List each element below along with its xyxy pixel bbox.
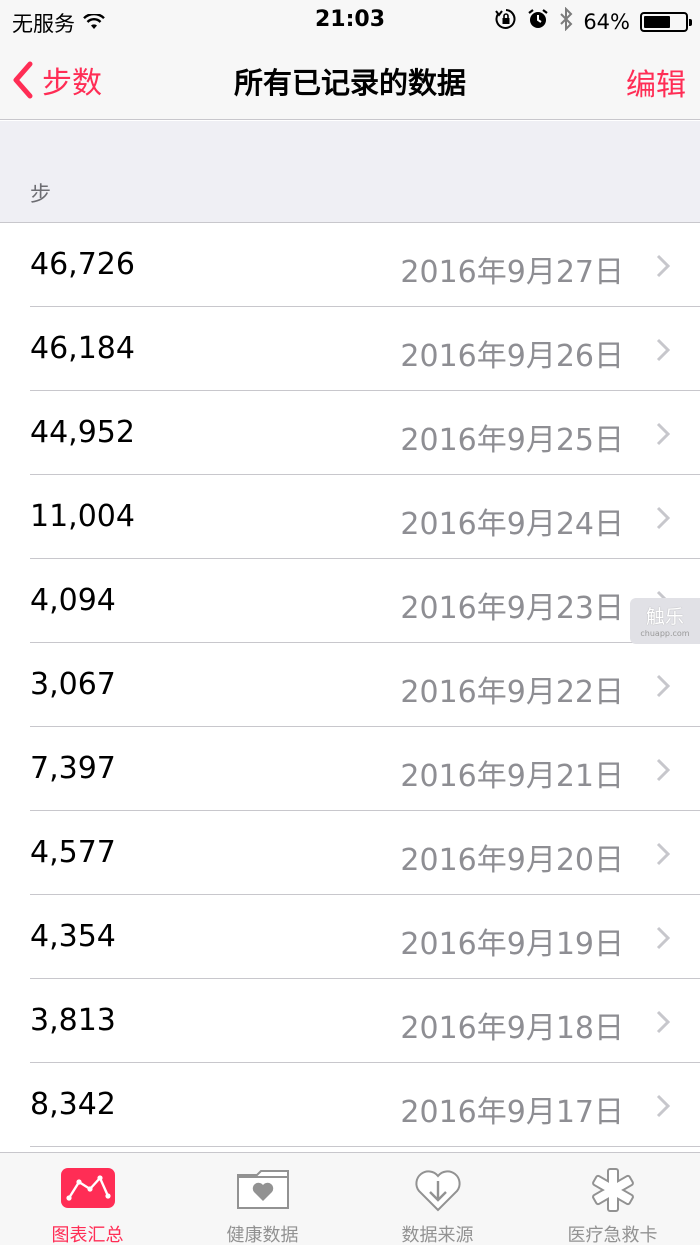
status-right: 64%: [495, 6, 692, 36]
step-count: 4,354: [30, 919, 116, 954]
list-item[interactable]: 4,354 2016年9月19日: [0, 895, 700, 979]
chevron-right-icon: [656, 1010, 670, 1034]
medical-id-icon: [589, 1167, 637, 1217]
navigation-bar: 步数 所有已记录的数据 编辑: [0, 40, 700, 120]
step-count: 4,094: [30, 583, 116, 618]
chevron-right-icon: [656, 338, 670, 362]
sources-icon: [413, 1167, 463, 1217]
tab-health-data[interactable]: 健康数据: [175, 1153, 350, 1245]
list-item[interactable]: 3,067 2016年9月22日: [0, 643, 700, 727]
record-date: 2016年9月22日: [400, 675, 624, 710]
page-title: 所有已记录的数据: [233, 66, 466, 100]
list-item[interactable]: 8,342 2016年9月17日: [0, 1063, 700, 1147]
step-count: 4,577: [30, 835, 116, 870]
list-item[interactable]: 11,004 2016年9月24日: [0, 475, 700, 559]
tab-label: 数据来源: [401, 1225, 474, 1245]
watermark-logo: 触乐: [645, 606, 684, 628]
record-date: 2016年9月19日: [400, 927, 624, 962]
record-date: 2016年9月17日: [400, 1095, 624, 1130]
list-item[interactable]: 44,952 2016年9月25日: [0, 391, 700, 475]
tab-label: 图表汇总: [51, 1225, 124, 1245]
section-header-label: 步: [30, 182, 51, 206]
chevron-right-icon: [656, 674, 670, 698]
step-count: 44,952: [30, 415, 135, 450]
list-item[interactable]: 7,397 2016年9月21日: [0, 727, 700, 811]
list-item[interactable]: 46,184 2016年9月26日: [0, 307, 700, 391]
tab-label: 医疗急救卡: [567, 1225, 658, 1245]
chevron-right-icon: [656, 422, 670, 446]
battery-percentage: 64%: [583, 9, 630, 34]
step-count: 7,397: [30, 751, 116, 786]
tab-medical-id[interactable]: 医疗急救卡: [525, 1153, 700, 1245]
chevron-right-icon: [656, 758, 670, 782]
dashboard-icon: [60, 1167, 116, 1213]
step-count: 3,067: [30, 667, 116, 702]
watermark-badge: 触乐 chuapp.com: [630, 598, 700, 644]
step-count: 11,004: [30, 499, 135, 534]
chevron-right-icon: [656, 1094, 670, 1118]
battery-level: [644, 15, 670, 28]
record-date: 2016年9月23日: [400, 591, 624, 626]
alarm-icon: [527, 8, 549, 35]
record-date: 2016年9月18日: [400, 1011, 624, 1046]
tab-label: 健康数据: [226, 1225, 299, 1245]
list-item[interactable]: 3,813 2016年9月18日: [0, 979, 700, 1063]
record-date: 2016年9月21日: [400, 759, 624, 794]
tab-bar: 图表汇总 健康数据 数据来源 医疗急救卡: [0, 1152, 700, 1245]
edit-button[interactable]: 编辑: [626, 60, 686, 104]
record-date: 2016年9月26日: [400, 339, 624, 374]
list-item[interactable]: 4,094 2016年9月23日: [0, 559, 700, 643]
steps-record-list: 46,726 2016年9月27日 46,184 2016年9月26日 44,9…: [0, 223, 700, 1147]
status-bar: 无服务 21:03 64%: [0, 0, 700, 40]
bluetooth-icon: [559, 6, 573, 36]
watermark-url: chuapp.com: [640, 629, 690, 638]
section-header: 步: [0, 121, 700, 223]
list-item[interactable]: 46,726 2016年9月27日: [0, 223, 700, 307]
record-date: 2016年9月27日: [400, 255, 624, 290]
record-date: 2016年9月25日: [400, 423, 624, 458]
chevron-right-icon: [656, 842, 670, 866]
list-item[interactable]: 4,577 2016年9月20日: [0, 811, 700, 895]
battery-icon: [640, 11, 692, 32]
chevron-right-icon: [656, 926, 670, 950]
step-count: 3,813: [30, 1003, 116, 1038]
chevron-right-icon: [656, 254, 670, 278]
tab-dashboard[interactable]: 图表汇总: [0, 1153, 175, 1245]
health-data-icon: [235, 1167, 291, 1215]
step-count: 46,184: [30, 331, 135, 366]
record-date: 2016年9月24日: [400, 507, 624, 542]
chevron-right-icon: [656, 506, 670, 530]
step-count: 8,342: [30, 1087, 116, 1122]
record-date: 2016年9月20日: [400, 843, 624, 878]
orientation-lock-icon: [495, 8, 517, 35]
step-count: 46,726: [30, 247, 135, 282]
tab-sources[interactable]: 数据来源: [350, 1153, 525, 1245]
